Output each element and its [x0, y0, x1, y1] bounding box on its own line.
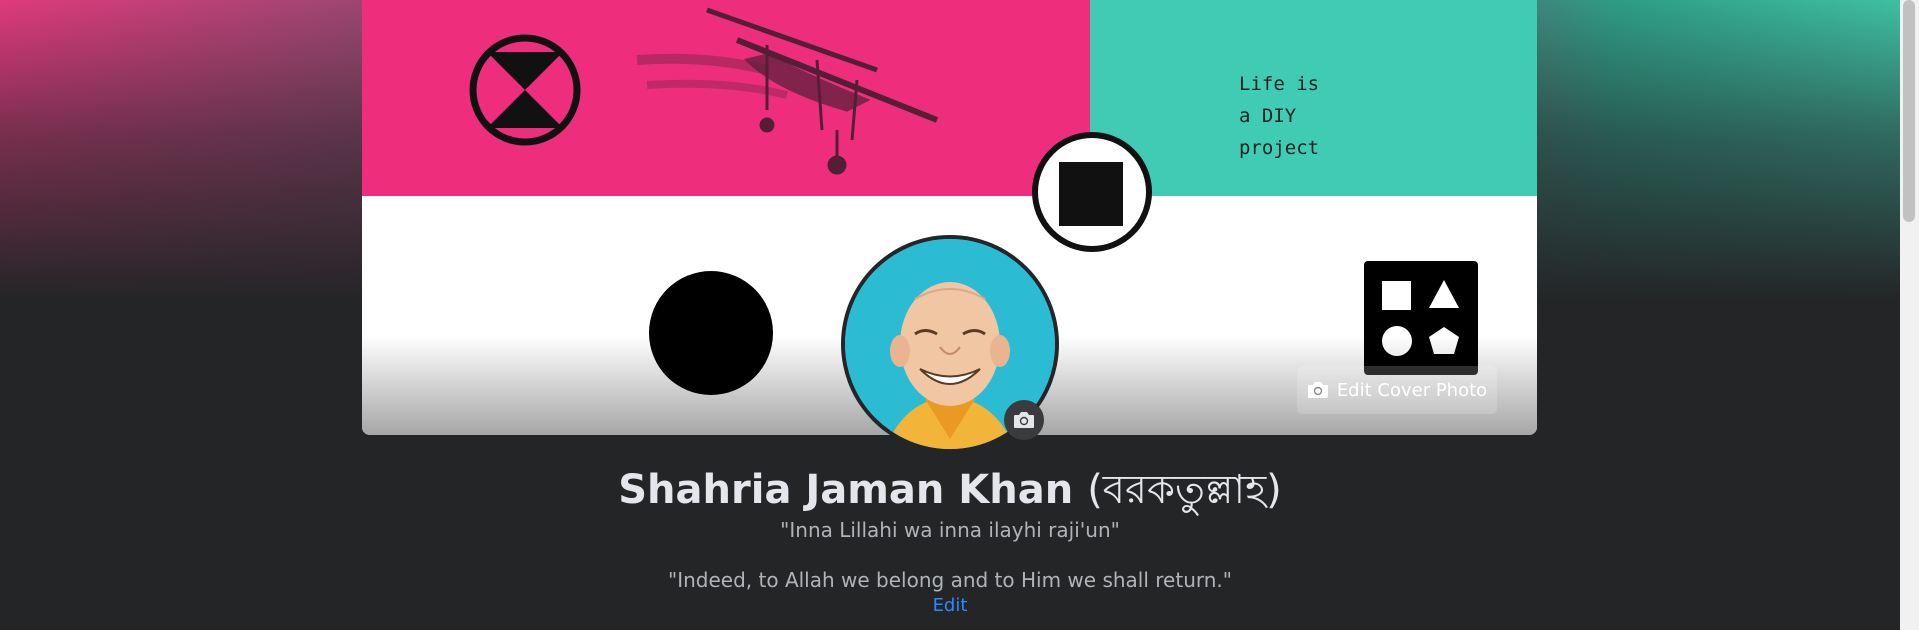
edit-cover-photo-button[interactable]: Edit Cover Photo — [1297, 366, 1497, 414]
edit-cover-photo-label: Edit Cover Photo — [1336, 379, 1488, 401]
bio-line-2: "Indeed, to Allah we belong and to Him w… — [668, 568, 1232, 592]
profile-name: Shahria Jaman Khan (বরকতুল্লাহ) — [0, 462, 1900, 518]
bio-line-1: "Inna Lillahi wa inna ilayhi raji'un" — [780, 518, 1120, 542]
avatar-camera-icon — [1014, 412, 1034, 428]
cover-quote: Life is a DIY project — [1239, 73, 1320, 159]
profile-name-primary: Shahria Jaman Khan — [618, 467, 1074, 513]
square-in-circle-icon — [1032, 132, 1152, 252]
hourglass-icon — [469, 34, 581, 146]
scrollbar-thumb[interactable] — [1903, 0, 1915, 222]
camera-icon — [1307, 382, 1328, 398]
scrollbar[interactable] — [1900, 0, 1919, 630]
update-profile-picture-button[interactable] — [1004, 400, 1044, 440]
profile-name-alternate: (বরকতুল্লাহ) — [1087, 467, 1282, 513]
edit-bio-link[interactable]: Edit — [0, 595, 1900, 616]
biplane-icon — [636, 7, 939, 175]
